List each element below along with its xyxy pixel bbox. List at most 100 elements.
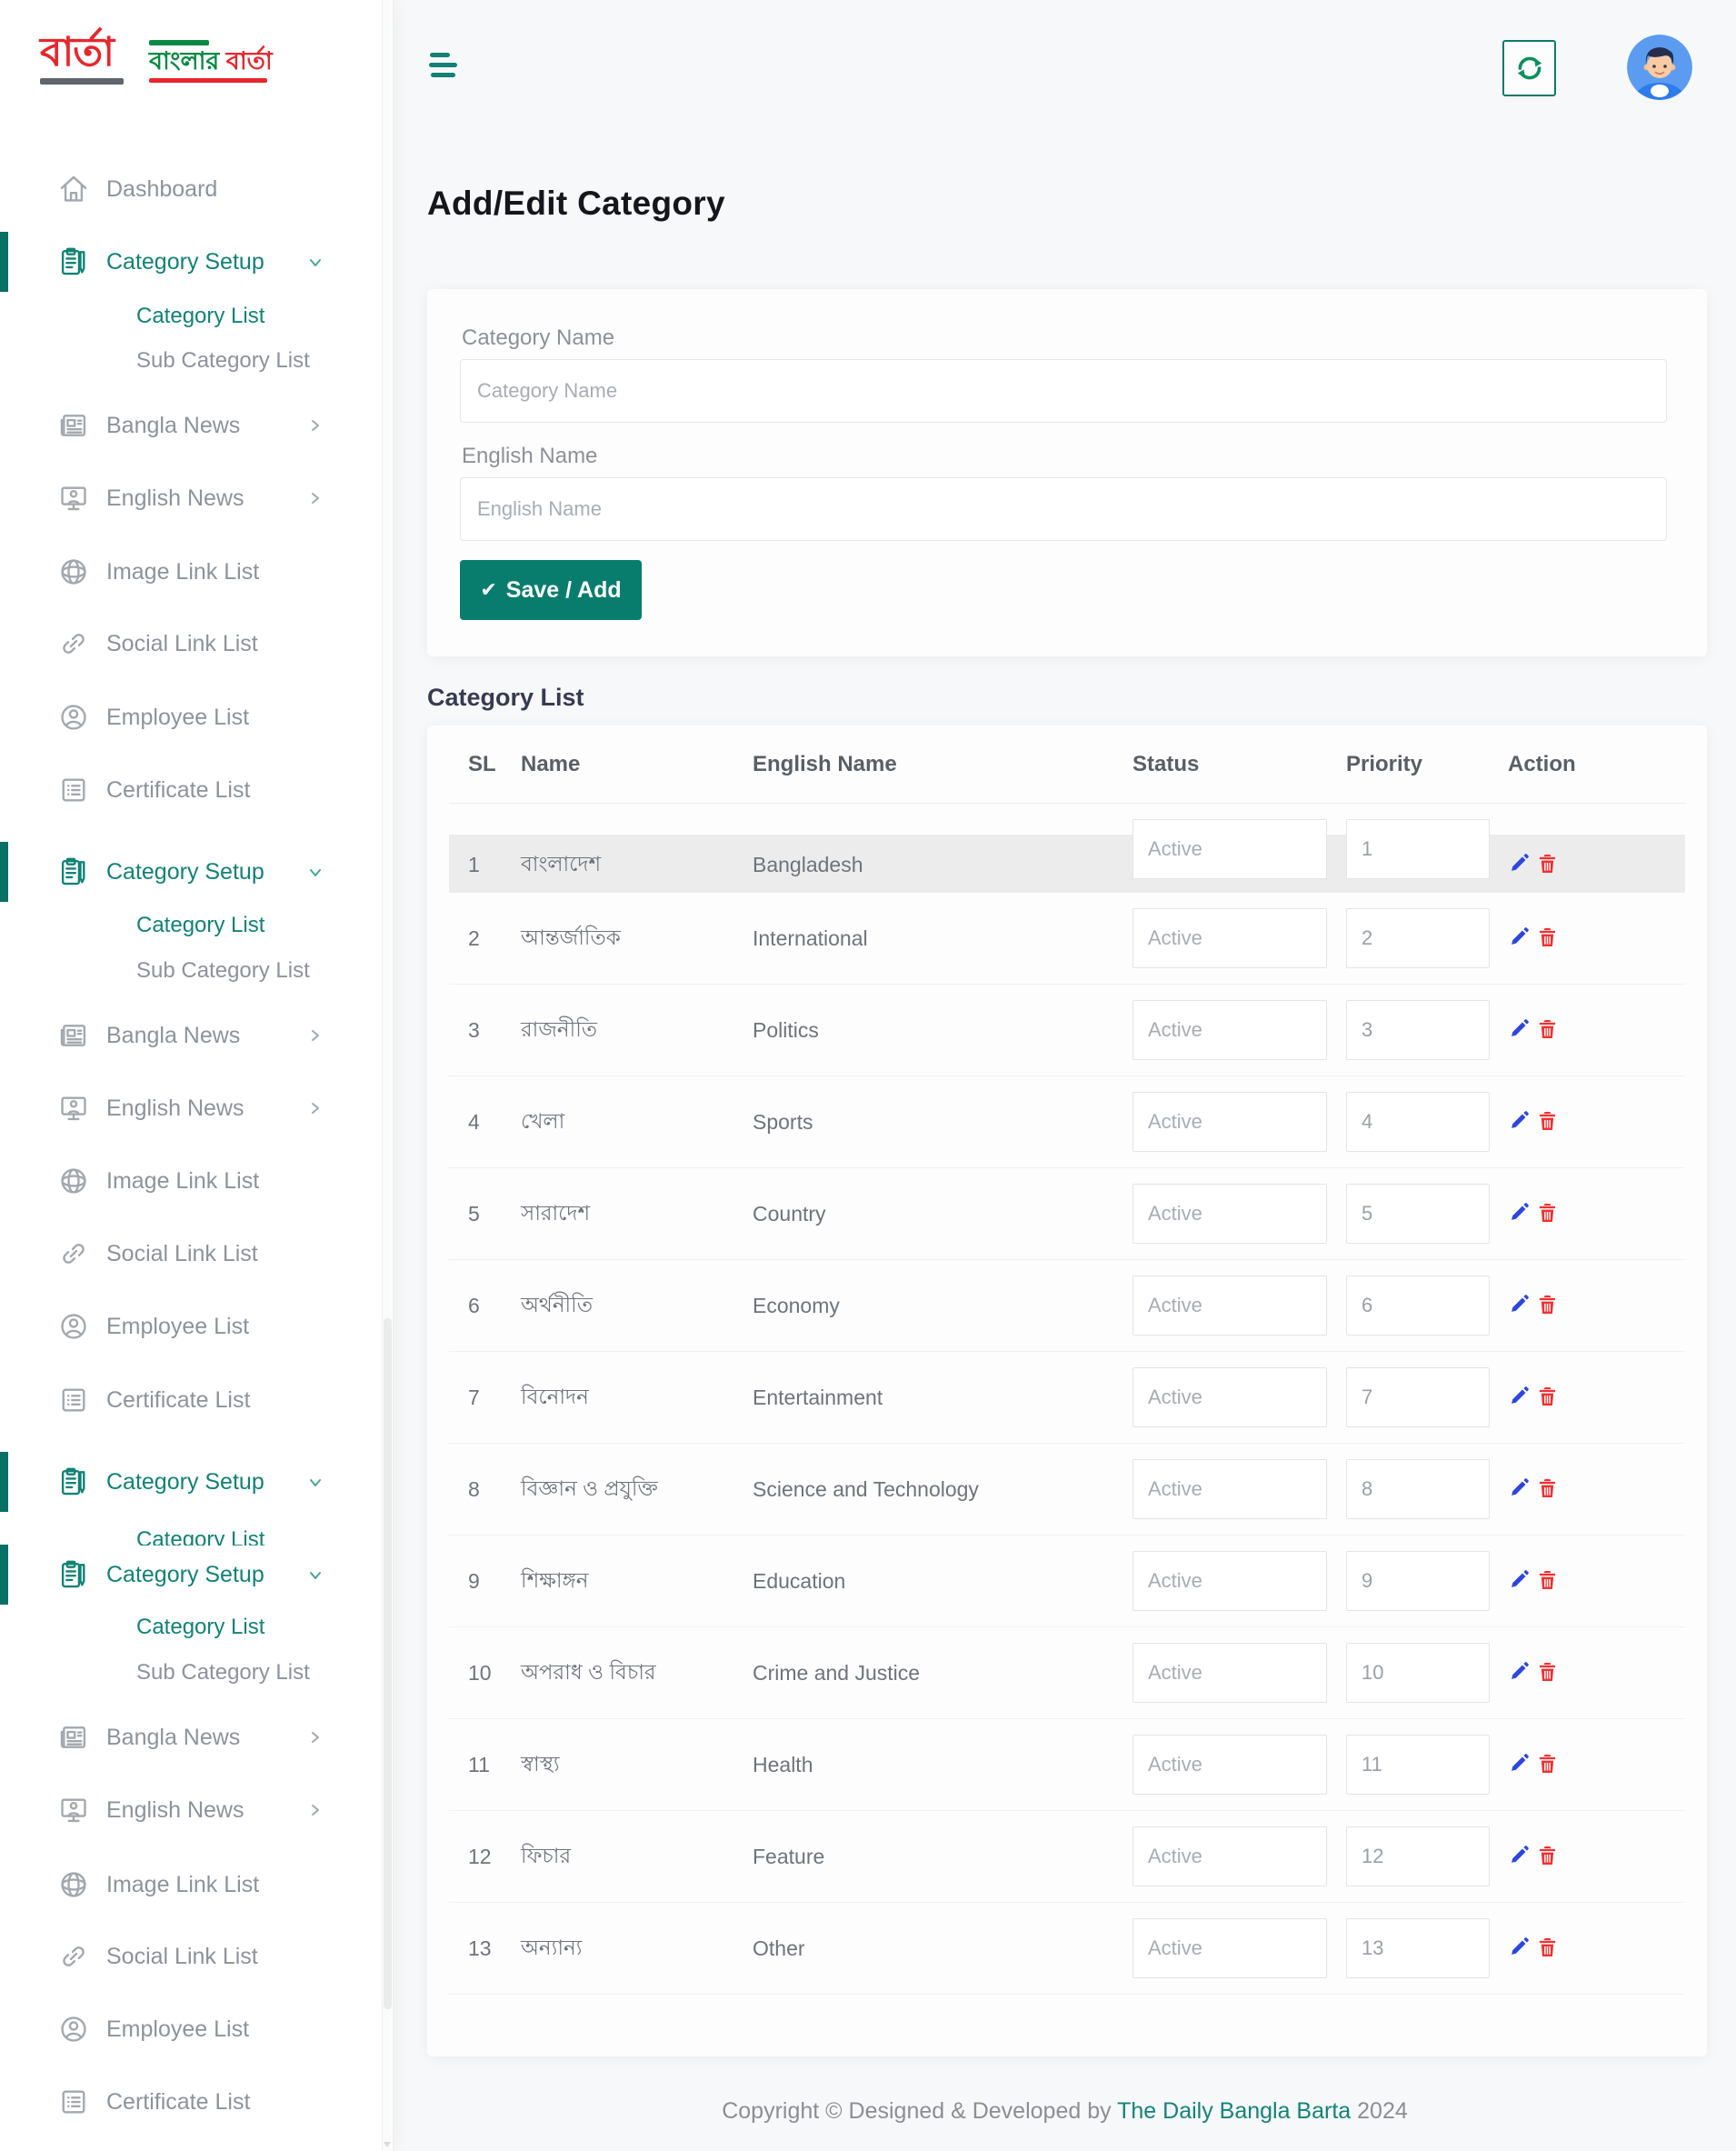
delete-button[interactable] (1536, 1386, 1558, 1409)
priority-input[interactable] (1346, 1826, 1490, 1886)
priority-input[interactable] (1346, 1918, 1490, 1978)
sidebar-item-english-news[interactable]: English News (0, 1076, 383, 1140)
edit-button[interactable] (1508, 1202, 1530, 1226)
priority-input[interactable] (1346, 1643, 1490, 1703)
status-input[interactable] (1132, 1735, 1327, 1795)
save-add-button[interactable]: ✔ Save / Add (460, 560, 642, 620)
scrollbar-thumb[interactable] (384, 1318, 392, 2009)
sidebar-item-category-list[interactable]: Category List (0, 296, 383, 336)
cell-name: বাংলাদেশ (521, 847, 753, 883)
sidebar-item-category-setup[interactable]: Category Setup (0, 1450, 383, 1514)
brand-logo[interactable]: বার্তা বাংলার বার্তা (40, 33, 313, 102)
status-input[interactable] (1132, 1276, 1327, 1336)
sidebar-item-image-link-list[interactable]: Image Link List (0, 1149, 383, 1213)
delete-button[interactable] (1536, 1661, 1558, 1685)
status-input[interactable] (1132, 1367, 1327, 1427)
edit-button[interactable] (1508, 1018, 1530, 1042)
status-input[interactable] (1132, 1826, 1327, 1886)
sidebar-item-certificate-list[interactable]: Certificate List (0, 1368, 383, 1432)
priority-input[interactable] (1346, 819, 1490, 879)
newspaper-icon (56, 1720, 91, 1755)
delete-button[interactable] (1536, 1753, 1558, 1776)
sidebar-item-dashboard[interactable]: Dashboard (0, 157, 383, 221)
sidebar-item-employee-list[interactable]: Employee List (0, 685, 383, 749)
user-avatar[interactable] (1627, 35, 1692, 100)
status-input[interactable] (1132, 819, 1327, 879)
trash-icon (1538, 1661, 1557, 1683)
sidebar-scrollbar[interactable] (382, 0, 392, 2151)
delete-button[interactable] (1536, 1202, 1558, 1226)
edit-button[interactable] (1508, 1936, 1530, 1960)
status-input[interactable] (1132, 1643, 1327, 1703)
sidebar-item-category-list[interactable]: Category List (0, 1520, 383, 1546)
status-input[interactable] (1132, 1459, 1327, 1519)
sidebar-item-image-link-list[interactable]: Image Link List (0, 1853, 383, 1916)
sidebar-item-category-setup[interactable]: Category Setup (0, 840, 383, 904)
sidebar-toggle-button[interactable] (429, 53, 458, 80)
sidebar-item-category-setup[interactable]: Category Setup (0, 230, 383, 294)
sidebar-item-certificate-list[interactable]: Certificate List (0, 758, 383, 822)
edit-button[interactable] (1508, 1110, 1530, 1134)
edit-button[interactable] (1508, 1753, 1530, 1776)
sidebar-item-bangla-news[interactable]: Bangla News (0, 1004, 383, 1067)
delete-button[interactable] (1536, 1845, 1558, 1868)
edit-button[interactable] (1508, 853, 1530, 876)
status-input[interactable] (1132, 1092, 1327, 1152)
status-input[interactable] (1132, 1551, 1327, 1611)
category-name-input[interactable] (460, 359, 1667, 423)
status-input[interactable] (1132, 1000, 1327, 1060)
cell-english-name: Entertainment (753, 1386, 1132, 1410)
delete-button[interactable] (1536, 1477, 1558, 1501)
sidebar-item-social-link-list[interactable]: Social Link List (0, 1925, 383, 1988)
status-input[interactable] (1132, 1184, 1327, 1244)
priority-input[interactable] (1346, 1276, 1490, 1336)
delete-button[interactable] (1536, 1936, 1558, 1960)
edit-button[interactable] (1508, 1569, 1530, 1593)
delete-button[interactable] (1536, 1018, 1558, 1042)
sidebar-item-sub-category-list[interactable]: Sub Category List (0, 341, 383, 381)
priority-input[interactable] (1346, 1367, 1490, 1427)
sidebar-item-category-setup[interactable]: Category Setup (0, 1543, 383, 1606)
priority-input[interactable] (1346, 1735, 1490, 1795)
english-name-input[interactable] (460, 477, 1667, 541)
sidebar-item-english-news[interactable]: English News (0, 466, 383, 530)
status-input[interactable] (1132, 908, 1327, 968)
edit-button[interactable] (1508, 926, 1530, 950)
priority-input[interactable] (1346, 908, 1490, 968)
refresh-button[interactable] (1502, 40, 1556, 96)
delete-button[interactable] (1536, 1294, 1558, 1317)
sidebar-item-english-news[interactable]: English News (0, 1778, 383, 1842)
priority-input[interactable] (1346, 1000, 1490, 1060)
delete-button[interactable] (1536, 1110, 1558, 1134)
status-input[interactable] (1132, 1918, 1327, 1978)
sidebar-item-certificate-list[interactable]: Certificate List (0, 2070, 383, 2134)
edit-button[interactable] (1508, 1386, 1530, 1409)
priority-input[interactable] (1346, 1092, 1490, 1152)
sidebar-item-bangla-news[interactable]: Bangla News (0, 1706, 383, 1769)
scrollbar-down-arrow[interactable] (384, 2142, 391, 2147)
sidebar-item-sub-category-list[interactable]: Sub Category List (0, 951, 383, 991)
edit-button[interactable] (1508, 1845, 1530, 1868)
delete-button[interactable] (1536, 1569, 1558, 1593)
sidebar-item-employee-list[interactable]: Employee List (0, 1997, 383, 2061)
edit-button[interactable] (1508, 1294, 1530, 1317)
priority-input[interactable] (1346, 1551, 1490, 1611)
cell-name: বিনোদন (521, 1380, 753, 1416)
clipped-menu-row: Category List (0, 1520, 383, 1546)
sidebar-item-image-link-list[interactable]: Image Link List (0, 540, 383, 604)
edit-button[interactable] (1508, 1477, 1530, 1501)
sidebar-item-category-list[interactable]: Category List (0, 1607, 383, 1647)
sidebar-item-bangla-news[interactable]: Bangla News (0, 394, 383, 457)
edit-button[interactable] (1508, 1661, 1530, 1685)
sidebar-item-category-list[interactable]: Category List (0, 905, 383, 945)
sidebar-item-social-link-list[interactable]: Social Link List (0, 1222, 383, 1286)
sidebar-item-social-link-list[interactable]: Social Link List (0, 612, 383, 675)
priority-input[interactable] (1346, 1184, 1490, 1244)
cell-name: ফিচার (521, 1839, 753, 1875)
delete-button[interactable] (1536, 853, 1558, 876)
priority-input[interactable] (1346, 1459, 1490, 1519)
sidebar-item-employee-list[interactable]: Employee List (0, 1295, 383, 1358)
delete-button[interactable] (1536, 926, 1558, 950)
sidebar-item-sub-category-list[interactable]: Sub Category List (0, 1653, 383, 1693)
footer-brand-link[interactable]: The Daily Bangla Barta (1117, 2098, 1351, 2124)
